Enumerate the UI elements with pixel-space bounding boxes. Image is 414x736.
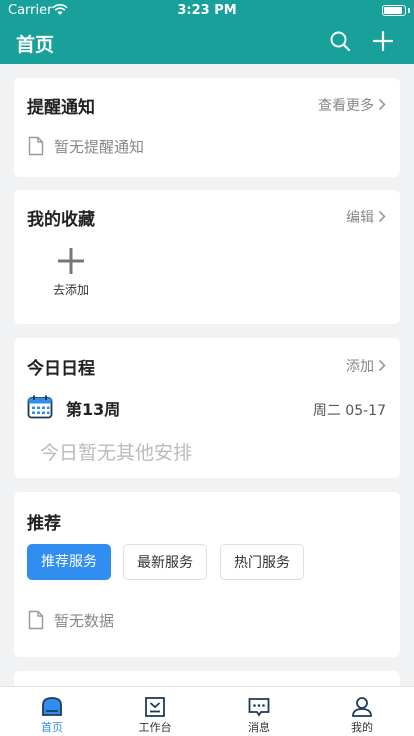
tab-workbench[interactable]: 工作台: [103, 687, 207, 736]
add-favorite-label: 去添加: [52, 283, 89, 297]
edit-label: 编辑: [346, 210, 374, 226]
chevron-right-icon: [378, 98, 386, 111]
favorites-card: 我的收藏 编辑 去添加: [14, 190, 400, 324]
profile-icon: [352, 697, 372, 717]
calendar-icon: [27, 395, 53, 419]
tab-messages-label: 消息: [248, 721, 270, 734]
battery-level: [384, 7, 402, 14]
add-schedule-label: 添加: [346, 359, 374, 375]
reminders-title: 提醒通知: [27, 98, 95, 118]
document-icon: [28, 136, 44, 156]
recommend-empty: 暂无数据: [28, 610, 228, 632]
status-time: 3:23 PM: [177, 3, 237, 18]
message-icon: [248, 698, 270, 717]
tab-recommended-services[interactable]: 推荐服务: [27, 544, 111, 580]
tab-profile[interactable]: 我的: [310, 687, 414, 736]
chevron-right-icon: [378, 210, 386, 223]
tab-workbench-label: 工作台: [138, 721, 172, 734]
view-more-label: 查看更多: [318, 98, 374, 114]
tab-messages[interactable]: 消息: [207, 687, 311, 736]
bottom-tab-bar: 首页 工作台 消息 我的: [0, 686, 414, 736]
plus-icon[interactable]: [372, 30, 394, 52]
top-app-bar: Carrier 3:23 PM 首页: [0, 0, 414, 64]
date-label: 周二 05-17: [312, 403, 386, 419]
tab-profile-label: 我的: [351, 721, 373, 734]
tab-latest-services[interactable]: 最新服务: [123, 544, 207, 580]
edit-link[interactable]: 编辑: [346, 207, 386, 227]
battery-nub: [408, 8, 410, 13]
recommend-card: 推荐 推荐服务 最新服务 热门服务 暂无数据: [14, 492, 400, 657]
battery-icon: [382, 5, 406, 16]
view-more-link[interactable]: 查看更多: [318, 95, 386, 115]
chevron-right-icon: [378, 359, 386, 372]
status-bar: Carrier 3:23 PM: [0, 0, 414, 22]
workbench-icon: [145, 697, 165, 717]
recommend-empty-text: 暂无数据: [54, 612, 115, 630]
reminders-card: 提醒通知 查看更多 暂无提醒通知: [14, 78, 400, 177]
page-title: 首页: [16, 34, 55, 56]
reminders-empty: 暂无提醒通知: [28, 136, 228, 158]
tab-popular-services[interactable]: 热门服务: [220, 544, 304, 580]
tab-home-label: 首页: [41, 721, 63, 734]
reminders-empty-text: 暂无提醒通知: [54, 138, 145, 156]
week-label: 第13周: [66, 400, 121, 419]
schedule-card: 今日日程 添加 第13周 周二 05-17 今日暂无其他安排: [14, 338, 400, 478]
add-favorite-button[interactable]: 去添加: [14, 190, 128, 310]
document-icon: [28, 610, 44, 630]
schedule-empty-text: 今日暂无其他安排: [40, 442, 193, 464]
plus-icon: [58, 248, 84, 274]
home-icon: [42, 697, 62, 716]
add-schedule-link[interactable]: 添加: [346, 356, 386, 376]
recommend-title: 推荐: [27, 514, 61, 534]
schedule-title: 今日日程: [27, 359, 95, 379]
search-icon[interactable]: [329, 30, 351, 52]
tab-home[interactable]: 首页: [0, 687, 104, 736]
